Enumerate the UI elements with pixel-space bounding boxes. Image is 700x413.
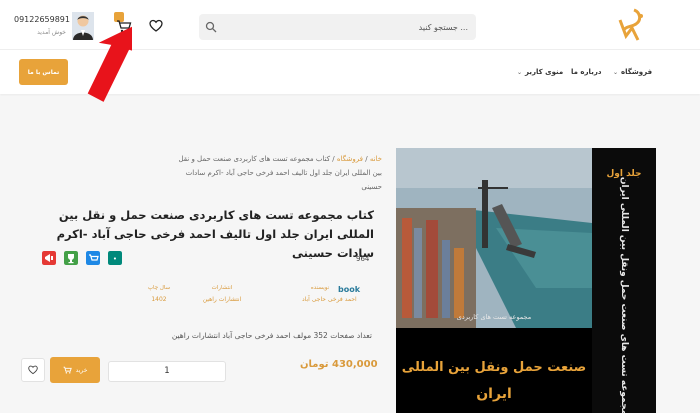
phone-number: 09122659891	[14, 15, 70, 24]
svg-text:•: •	[113, 255, 117, 263]
add-to-wishlist-button[interactable]	[21, 358, 45, 382]
nav-item-shop[interactable]: ⌄ فروشگاه	[613, 68, 652, 76]
breadcrumb-separator: /	[365, 155, 368, 163]
chevron-down-icon: ⌄	[517, 68, 523, 76]
add-to-cart-button[interactable]: خرید	[50, 357, 100, 383]
welcome-label: خوش آمدید	[37, 29, 66, 36]
attribute-year: سال چاپ 1402	[142, 285, 176, 303]
attribute-label: انتشارات	[211, 285, 233, 291]
image-spine-title: مجموعه تست های صنعت حمل ونقل بین المللی …	[619, 177, 629, 413]
cart-icon	[63, 366, 72, 374]
image-title-line1: صنعت حمل ونقل بین المللی	[402, 360, 586, 375]
nav-item-label: درباره ما	[571, 68, 602, 76]
share-cart-icon[interactable]	[86, 251, 100, 265]
attribute-value: 1402	[151, 296, 167, 303]
annotation-arrow-icon	[87, 26, 132, 102]
share-megaphone-icon[interactable]	[42, 251, 56, 265]
contact-us-button[interactable]: تماس با ما	[19, 59, 68, 85]
attribute-value[interactable]: احمد فرخی حاجی آباد	[302, 296, 357, 303]
nav-item-label: فروشگاه	[621, 68, 653, 76]
search-box	[199, 14, 476, 40]
product-description: تعداد صفحات 352 مولف احمد فرخی حاجی آباد…	[171, 331, 372, 340]
view-count: 964	[356, 255, 370, 263]
add-to-cart-label: خرید	[75, 366, 88, 374]
brand-logo[interactable]	[612, 6, 648, 46]
attribute-author: نویسنده احمد فرخی حاجی آباد	[302, 285, 357, 303]
book-logo: book	[338, 285, 361, 294]
breadcrumb-shop[interactable]: فروشگاه	[337, 155, 363, 163]
breadcrumb-separator: /	[332, 155, 335, 163]
search-icon[interactable]	[205, 21, 217, 33]
image-title-line2: ایران	[476, 386, 512, 402]
image-subtitle: مجموعه تست های کاربردی	[457, 313, 531, 321]
chevron-down-icon: ⌄	[613, 68, 619, 76]
nav-item-user-menu[interactable]: ⌄ منوی کاربر	[517, 68, 563, 76]
nav-item-label: منوی کاربر	[525, 68, 564, 76]
attribute-publisher: انتشارات انتشارات راهین	[200, 285, 244, 303]
breadcrumb-home[interactable]: خانه	[370, 155, 382, 163]
quantity-input[interactable]: 1	[108, 361, 226, 382]
attribute-value[interactable]: انتشارات راهین	[200, 296, 244, 303]
share-trophy-icon[interactable]	[64, 251, 78, 265]
attribute-label: نویسنده	[310, 285, 330, 291]
wishlist-heart-icon[interactable]	[149, 19, 163, 33]
share-social-icon[interactable]: •	[108, 251, 122, 265]
breadcrumb: خانه / فروشگاه / کتاب مجموعه تست های کار…	[170, 152, 382, 194]
heart-icon	[28, 365, 38, 375]
search-input[interactable]	[223, 14, 468, 40]
nav-item-about[interactable]: درباره ما	[571, 68, 601, 76]
attribute-label: سال چاپ	[147, 285, 171, 291]
product-price: 430,000 تومان	[300, 359, 378, 370]
product-image[interactable]: جلد اول مجموعه تست های صنعت حمل ونقل بین…	[396, 148, 656, 413]
share-buttons: •	[42, 251, 128, 265]
